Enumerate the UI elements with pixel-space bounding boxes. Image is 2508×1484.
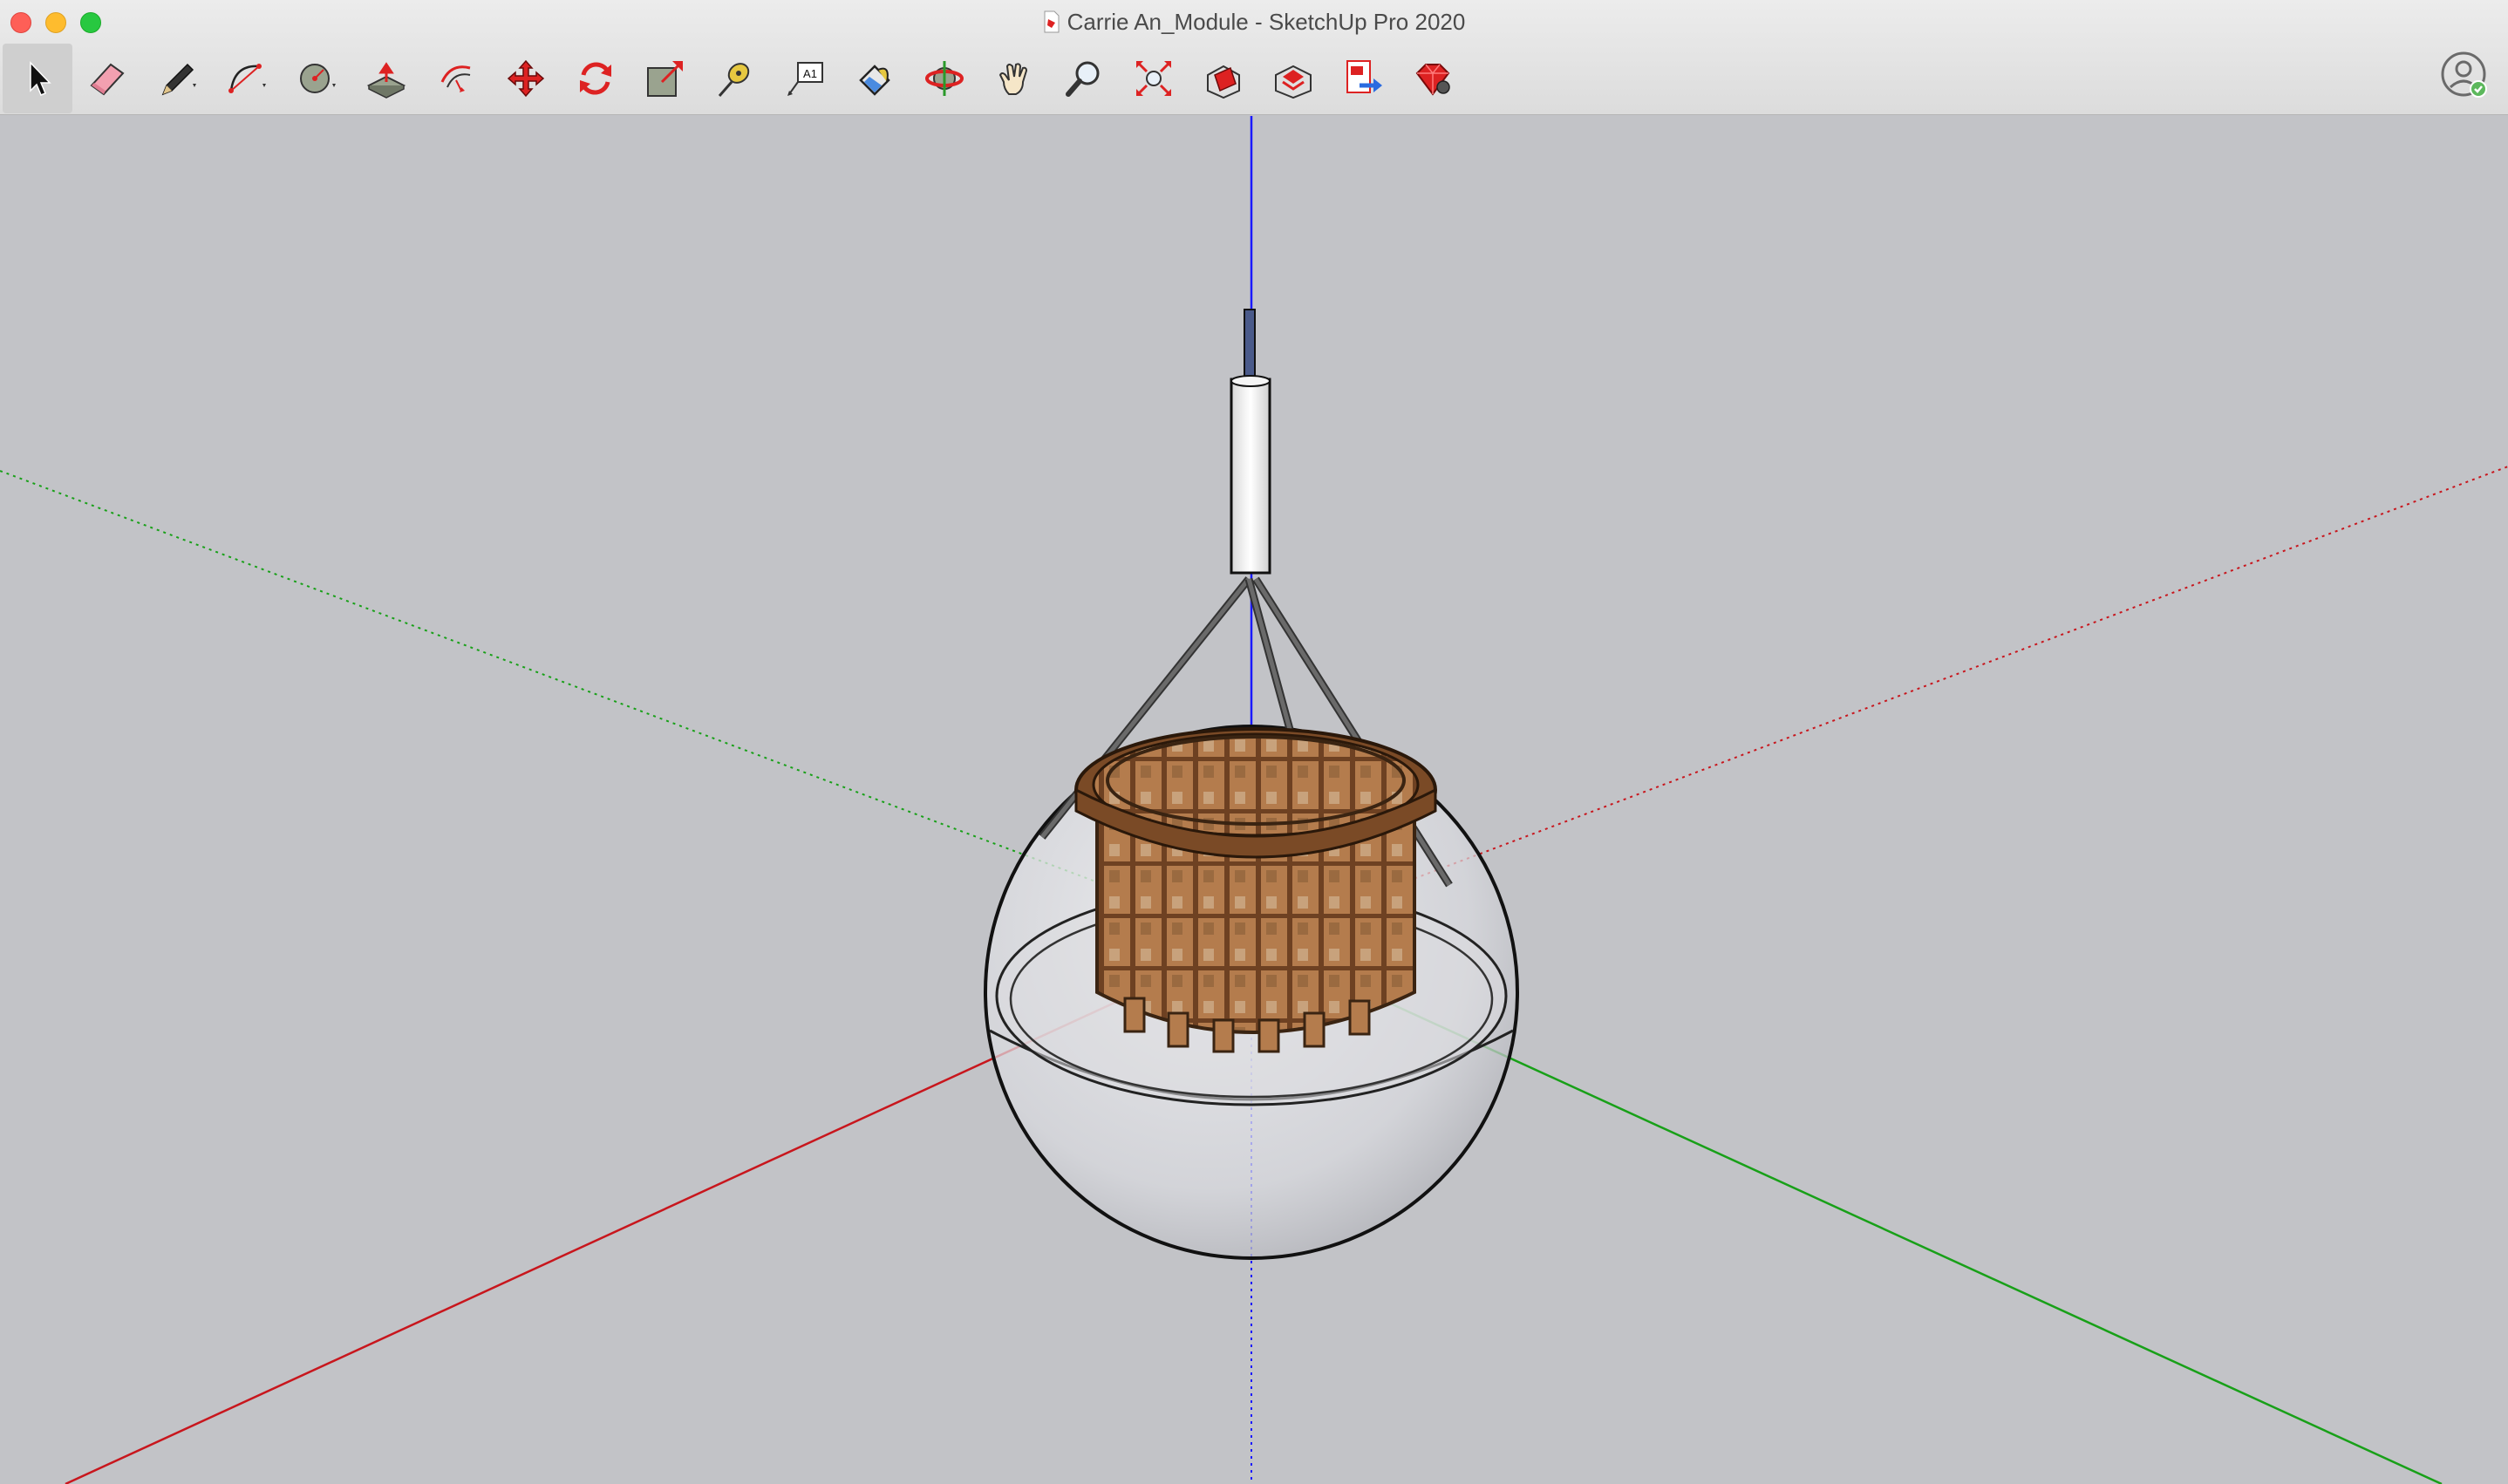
offset-icon <box>440 65 471 92</box>
text-tool[interactable]: A1 <box>770 44 840 113</box>
extension-warehouse-icon <box>1275 65 1312 99</box>
text-label-icon: A1 <box>787 62 823 96</box>
scale-icon <box>647 61 683 97</box>
push-pull-tool[interactable] <box>351 44 421 113</box>
offset-tool[interactable] <box>421 44 491 113</box>
main-toolbar: A1 <box>0 44 2508 115</box>
rotate-icon <box>580 62 611 95</box>
orbit-tool[interactable] <box>910 44 979 113</box>
push-pull-icon <box>366 62 406 99</box>
scale-tool[interactable] <box>630 44 700 113</box>
warehouse-icon <box>1207 65 1240 99</box>
arc-tool[interactable] <box>212 44 282 113</box>
sketchup-window: Carrie An_Module - SketchUp Pro 2020 A1 <box>0 0 2508 1484</box>
arrow-cursor-icon <box>30 61 51 96</box>
select-tool[interactable] <box>3 44 72 113</box>
arc-icon <box>228 64 266 93</box>
tape-measure-icon <box>718 63 750 97</box>
move-tool[interactable] <box>491 44 561 113</box>
window-title: Carrie An_Module - SketchUp Pro 2020 <box>0 9 2508 36</box>
wooden-basket[interactable] <box>1074 727 1437 1053</box>
user-account-icon <box>2441 51 2487 98</box>
zoom-extents-icon <box>1136 61 1171 96</box>
orbit-icon <box>925 61 964 96</box>
3d-warehouse-button[interactable] <box>1189 44 1258 113</box>
pan-tool[interactable] <box>979 44 1049 113</box>
skp-document-icon <box>1043 10 1060 33</box>
paint-bucket-icon <box>859 65 890 96</box>
paint-bucket-tool[interactable] <box>840 44 910 113</box>
extension-warehouse-button[interactable] <box>1258 44 1328 113</box>
extension-manager-button[interactable] <box>1398 44 1468 113</box>
rotate-tool[interactable] <box>561 44 630 113</box>
window-title-text: Carrie An_Module - SketchUp Pro 2020 <box>1067 9 1466 35</box>
account-profile-button[interactable] <box>2440 51 2487 98</box>
line-tool[interactable] <box>142 44 212 113</box>
text-tool-label: A1 <box>803 67 817 80</box>
circle-shapes-icon <box>300 64 336 93</box>
model-viewport[interactable] <box>0 116 2508 1484</box>
pencil-icon <box>161 63 196 96</box>
send-to-layout-button[interactable] <box>1328 44 1398 113</box>
shapes-tool[interactable] <box>282 44 351 113</box>
ruby-gem-icon <box>1415 64 1450 96</box>
tape-measure-tool[interactable] <box>700 44 770 113</box>
magnifier-icon <box>1066 61 1100 97</box>
zoom-tool[interactable] <box>1049 44 1119 113</box>
move-arrows-icon <box>507 59 545 98</box>
eraser-tool[interactable] <box>72 44 142 113</box>
title-bar: Carrie An_Module - SketchUp Pro 2020 A1 <box>0 0 2508 115</box>
hanging-pipe[interactable] <box>1230 309 1271 575</box>
layout-icon <box>1346 60 1382 93</box>
eraser-icon <box>90 63 125 96</box>
model-canvas[interactable] <box>0 116 2508 1484</box>
hand-icon <box>998 63 1028 95</box>
zoom-extents-tool[interactable] <box>1119 44 1189 113</box>
